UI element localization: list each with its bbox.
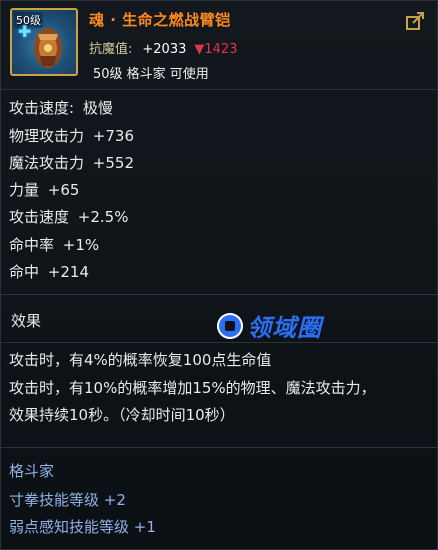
divider	[1, 89, 437, 90]
attr-line: 攻击速度 +2.5%	[9, 208, 129, 226]
effect-line: 攻击时，有10%的概率增加15%的物理、魔法攻击力，	[9, 379, 376, 397]
attr-line: 魔法攻击力 +552	[9, 154, 134, 172]
divider	[1, 342, 437, 343]
resist-label: 抗魔值:	[89, 42, 133, 57]
item-tooltip: 50级 ✚ 魂 · 生命之燃战臂铠 抗魔值: +2033 ▼1423 50级 格斗家…	[0, 0, 438, 550]
requirement-text: 50级 格斗家 可使用	[93, 67, 209, 82]
plus-icon: ✚	[18, 22, 32, 41]
compare-icon[interactable]	[405, 11, 427, 31]
down-arrow-icon: ▼	[194, 42, 205, 57]
class-title: 格斗家	[9, 462, 55, 480]
attr-line: 物理攻击力 +736	[9, 127, 134, 145]
watermark: 领域圈	[217, 308, 322, 343]
class-skill-line: 弱点感知技能等级 +1	[9, 518, 156, 536]
resist-value: +2033	[142, 42, 187, 57]
attr-line: 攻击速度: 极慢	[9, 99, 113, 117]
effect-line: 攻击时，有4%的概率恢复100点生命值	[9, 351, 272, 369]
watermark-text: 领域圈	[247, 314, 322, 342]
item-icon[interactable]: 50级 ✚	[10, 8, 78, 76]
divider	[1, 294, 437, 295]
class-skill-line: 寸拳技能等级 +2	[9, 491, 126, 509]
attr-line: 命中 +214	[9, 263, 89, 281]
effect-title: 效果	[11, 312, 42, 330]
attr-line: 力量 +65	[9, 181, 80, 199]
item-title: 魂 · 生命之燃战臂铠	[89, 11, 231, 29]
effect-line: 效果持续10秒。（冷却时间10秒）	[9, 406, 235, 424]
resist-line: 抗魔值: +2033 ▼1423	[89, 38, 237, 57]
attr-line: 命中率 +1%	[9, 236, 100, 254]
divider	[1, 447, 437, 448]
resist-delta: 1423	[204, 42, 238, 57]
watermark-logo-icon	[217, 312, 243, 339]
